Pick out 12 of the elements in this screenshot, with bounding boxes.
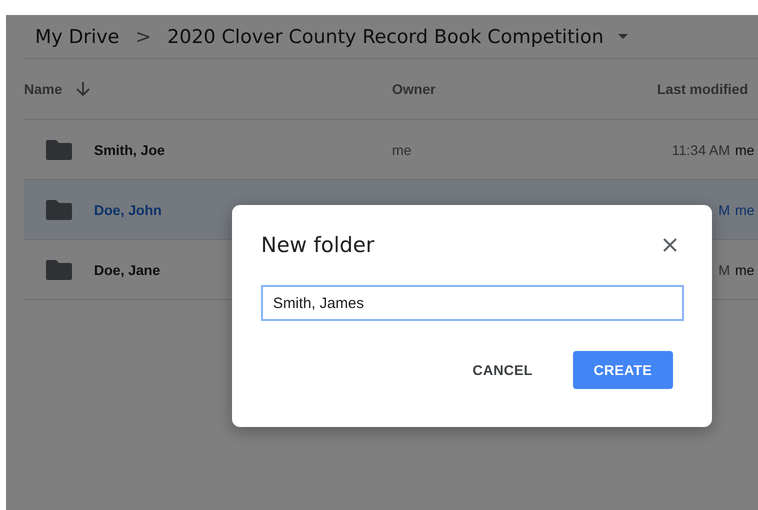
folder-name: Doe, John — [94, 202, 162, 218]
modified-time: M — [717, 262, 730, 278]
modified-by-text: me — [735, 202, 754, 218]
modified-time: M — [717, 202, 730, 218]
owner-text: me — [392, 142, 412, 158]
modified-time: 11:34 AM — [670, 142, 730, 158]
breadcrumb-separator: > — [135, 26, 152, 48]
folder-name: Smith, Joe — [94, 142, 165, 158]
modified-by-text: me — [735, 142, 754, 158]
folder-name: Doe, Jane — [94, 262, 160, 278]
dialog-title: New folder — [261, 233, 374, 257]
modified-by-text: me — [735, 262, 754, 278]
